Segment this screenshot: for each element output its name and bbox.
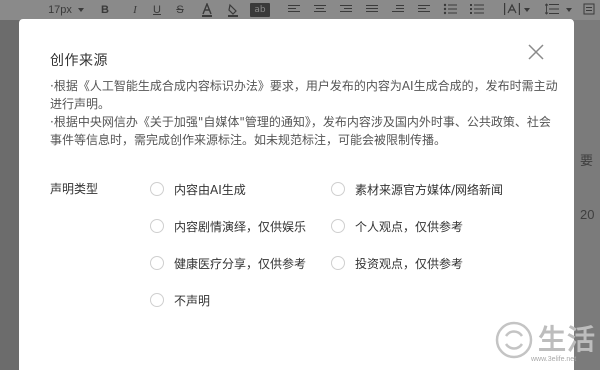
chevron-down-icon: [78, 8, 84, 12]
dialog-title: 创作来源: [50, 53, 108, 69]
highlight-button[interactable]: ab: [250, 3, 270, 17]
option-label: 健康医疗分享，仅供参考: [174, 256, 307, 271]
bold-button[interactable]: B: [100, 3, 110, 17]
radio-button[interactable]: [150, 256, 164, 270]
option-label: 内容剧情演绎，仅供娱乐: [174, 219, 307, 234]
dialog-description: ·根据《人工智能生成合成内容标识办法》要求，用户发布的内容为AI生成合成的，发布…: [50, 77, 558, 149]
letter-spacing-icon[interactable]: [504, 3, 520, 17]
strikethrough-button[interactable]: S: [175, 3, 185, 17]
option-label: 个人观点，仅供参考: [355, 219, 464, 234]
font-color-icon[interactable]: [200, 2, 214, 17]
font-size-select[interactable]: 17px: [42, 3, 78, 17]
radio-button[interactable]: [331, 182, 345, 196]
background-text: 20: [580, 207, 595, 222]
description-paragraph: ·根据《人工智能生成合成内容标识办法》要求，用户发布的内容为AI生成合成的，发布…: [50, 79, 558, 111]
source-declaration-dialog: 创作来源 ·根据《人工智能生成合成内容标识办法》要求，用户发布的内容为AI生成合…: [19, 19, 574, 370]
list-icon[interactable]: [442, 3, 458, 17]
option-label: 投资观点，仅供参考: [355, 256, 464, 271]
italic-button[interactable]: I: [130, 3, 140, 17]
radio-button[interactable]: [331, 219, 345, 233]
option-health-medical[interactable]: 健康医疗分享，仅供参考: [150, 254, 306, 272]
watermark-text: 生活: [538, 323, 597, 356]
chevron-down-icon: [524, 8, 530, 12]
indent-icon[interactable]: [392, 5, 404, 15]
option-label: 内容由AI生成: [174, 182, 246, 197]
radio-button[interactable]: [150, 293, 164, 307]
radio-button[interactable]: [331, 256, 345, 270]
editor-background: [0, 20, 20, 370]
option-ai-generated[interactable]: 内容由AI生成: [150, 180, 246, 198]
option-no-declaration[interactable]: 不声明: [150, 291, 210, 309]
option-label: 不声明: [174, 293, 211, 308]
justify-icon[interactable]: [366, 5, 378, 15]
watermark-url: www.3elife.net: [531, 356, 577, 363]
outdent-icon[interactable]: [418, 5, 430, 15]
more-icon[interactable]: [582, 3, 596, 17]
option-personal-opinion[interactable]: 个人观点，仅供参考: [331, 217, 463, 235]
editor-toolbar: 17px B I U S ab: [0, 0, 600, 20]
option-label: 素材来源官方媒体/网络新闻: [355, 182, 504, 197]
option-official-media-source[interactable]: 素材来源官方媒体/网络新闻: [331, 180, 503, 198]
close-icon[interactable]: [526, 42, 546, 62]
option-investment-opinion[interactable]: 投资观点，仅供参考: [331, 254, 463, 272]
align-right-icon[interactable]: [340, 5, 352, 15]
underline-button[interactable]: U: [152, 3, 162, 17]
background-text: 要: [580, 154, 594, 169]
radio-button[interactable]: [150, 219, 164, 233]
align-center-icon[interactable]: [314, 5, 326, 15]
chevron-down-icon: [566, 8, 572, 12]
background-color-icon[interactable]: [226, 3, 240, 17]
line-height-icon[interactable]: [544, 3, 560, 17]
declaration-type-label: 声明类型: [50, 182, 99, 196]
description-paragraph: ·根据中央网信办《关于加强"自媒体"管理的通知》，发布内容涉及国内外时事、公共政…: [50, 115, 551, 147]
ordered-list-icon[interactable]: [470, 3, 484, 17]
radio-button[interactable]: [150, 182, 164, 196]
align-left-icon[interactable]: [288, 5, 300, 15]
option-dramatized-content[interactable]: 内容剧情演绎，仅供娱乐: [150, 217, 306, 235]
